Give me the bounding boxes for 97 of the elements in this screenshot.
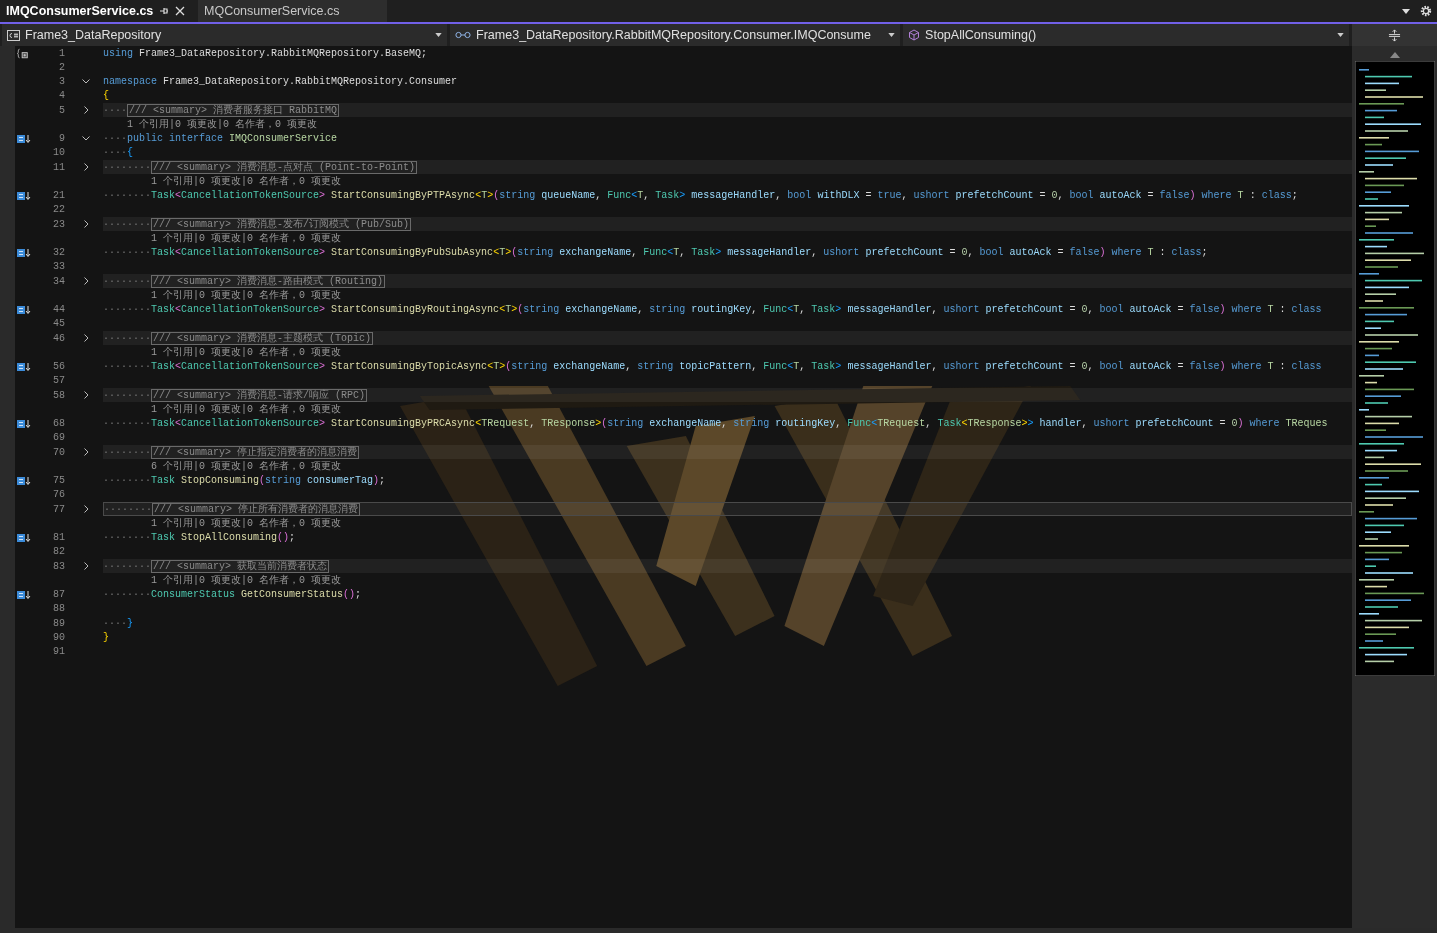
project-dropdown[interactable]: Frame3_DataRepository [2,24,448,46]
implementation-icon[interactable] [17,475,31,486]
code-lens[interactable]: 1 个引用|0 项更改|0 名作者，0 项更改 [151,518,341,530]
line-number: 89 [52,617,66,629]
type-dropdown[interactable]: Frame3_DataRepository.RabbitMQRepository.Consumer.IMQConsume [450,24,901,46]
caret-down-icon [1337,33,1345,37]
split-button[interactable] [1352,24,1437,46]
code-lens[interactable]: 6 个引用|0 项更改|0 名作者，0 项更改 [151,461,341,473]
line-number: 3 [58,76,66,88]
code-line: { [103,89,110,103]
line-number: 44 [52,304,66,316]
file-tab[interactable]: MQConsumerService.cs [198,0,388,22]
line-number: 9 [58,133,66,145]
chevron-right-icon[interactable] [83,334,89,343]
chevron-right-icon[interactable] [83,163,89,172]
line-number: 56 [52,361,66,373]
caret-down-icon[interactable] [1402,8,1410,14]
implementation-icon[interactable] [17,190,31,201]
code-line: ········Task<CancellationTokenSource> StartConsumingByTopicAsync<T>(string exchangeName, string topicPattern, Func<T, Task> messageHandler, ushort prefetchCount = 0, bool autoAck = false) where T : class [103,360,1323,374]
code-line: namespace Frame3_DataRepository.RabbitMQRepository.Consumer [103,75,459,89]
caret-down-icon [888,33,896,37]
code-line: ········Task StopConsuming(string consumerTag); [103,474,387,488]
line-number: 11 [52,161,66,173]
line-number: 33 [52,261,66,273]
implementation-icon[interactable] [17,418,31,429]
line-number: 32 [52,247,66,259]
code-lens[interactable]: 1 个引用|0 项更改|0 名作者，0 项更改 [151,233,341,245]
line-number: 46 [52,332,66,344]
chevron-right-icon[interactable] [83,391,89,400]
code-line: ····public interface IMQConsumerService [103,132,339,146]
code-line: ····} [103,616,135,631]
line-number: 91 [52,646,66,658]
minimap-drawing[interactable] [1354,61,1435,676]
line-number: 57 [52,375,66,387]
implementation-icon[interactable] [17,532,31,543]
line-number: 1 [58,47,66,59]
implementation-icon[interactable] [17,589,31,600]
line-number: 58 [52,389,66,401]
connector-icon [455,31,472,39]
line-number: 5 [58,104,66,116]
line-number: 81 [52,532,66,544]
chevron-right-icon[interactable] [83,220,89,229]
chevron-right-icon[interactable] [83,562,89,571]
code-line: ········ConsumerStatus GetConsumerStatus(); [103,588,363,602]
scroll-up-icon[interactable] [1389,52,1400,58]
chevron-right-icon[interactable] [83,277,89,286]
chevron-right-icon[interactable] [83,505,89,514]
chevron-down-icon[interactable] [82,79,90,85]
settings-icon[interactable] [1420,5,1432,17]
caret-down-icon [435,33,443,37]
code-lens[interactable]: 1 个引用|0 项更改|0 名作者，0 项更改 [127,119,317,131]
code-line: } [103,630,110,645]
implementation-icon[interactable] [17,361,31,372]
close-icon[interactable] [175,6,186,16]
line-number: 4 [58,90,66,102]
member-dropdown[interactable]: StopAllConsuming() [903,24,1350,46]
line-number: 75 [52,475,66,487]
code-line: ········Task StopAllConsuming(); [103,531,297,545]
chevron-right-icon[interactable] [83,106,89,115]
code-line: ········Task<CancellationTokenSource> StartConsumingByPTPAsync<T>(string queueName, Func<T, Task> messageHandler, bool withDLX = true, ushort prefetchCount = 0, bool autoAck = false) where T : class; [103,189,1299,203]
implementation-icon[interactable] [17,247,31,258]
code-line: using Frame3_DataRepository.RabbitMQRepository.BaseMQ; [103,46,429,61]
code-lens[interactable]: 1 个引用|0 项更改|0 名作者，0 项更改 [151,575,341,587]
code-lens[interactable]: 1 个引用|0 项更改|0 名作者，0 项更改 [151,290,341,302]
code-line: ········Task<CancellationTokenSource> StartConsumingByPRCAsync<TRequest, TResponse>(string exchangeName, string routingKey, Func<TRequest, Task<TResponse>> handler, ushort prefetchCount = 0) where TReques [103,417,1329,431]
implementation-icon[interactable] [17,304,31,315]
code-line: ········Task<CancellationTokenSource> StartConsumingByRoutingAsync<T>(string exchangeName, string routingKey, Func<T, Task> messageHandler, ushort prefetchCount = 0, bool autoAck = false) where T : class [103,303,1323,317]
line-number: 87 [52,589,66,601]
split-icon [1388,28,1402,42]
line-number: 21 [52,190,66,202]
line-number: 70 [52,446,66,458]
code-line: ····{ [103,146,135,160]
code-file-icon [7,29,20,41]
braces-icon[interactable] [17,47,29,59]
cube-icon [908,29,921,41]
line-number: 83 [52,560,66,572]
code-lens[interactable]: 1 个引用|0 项更改|0 名作者，0 项更改 [151,404,341,416]
pin-icon[interactable] [159,6,170,16]
line-number: 88 [52,603,66,615]
chevron-down-icon[interactable] [82,136,90,142]
line-number: 76 [52,489,66,501]
line-number: 90 [52,631,66,643]
line-number: 68 [52,418,66,430]
code-lens[interactable]: 1 个引用|0 项更改|0 名作者，0 项更改 [151,176,341,188]
code-lens[interactable]: 1 个引用|0 项更改|0 名作者，0 项更改 [151,347,341,359]
line-number: 34 [52,275,66,287]
line-number: 45 [52,318,66,330]
line-number: 23 [52,218,66,230]
line-number: 77 [52,503,66,515]
line-number: 69 [52,432,66,444]
implementation-icon[interactable] [17,133,31,144]
code-line: ········Task<CancellationTokenSource> StartConsumingByPubSubAsync<T>(string exchangeName, Func<T, Task> messageHandler, ushort prefetchCount = 0, bool autoAck = false) where T : class; [103,246,1209,260]
line-number: 22 [52,204,66,216]
line-number: 2 [58,61,66,73]
line-number: 82 [52,546,66,558]
line-number: 10 [52,147,66,159]
chevron-right-icon[interactable] [83,448,89,457]
